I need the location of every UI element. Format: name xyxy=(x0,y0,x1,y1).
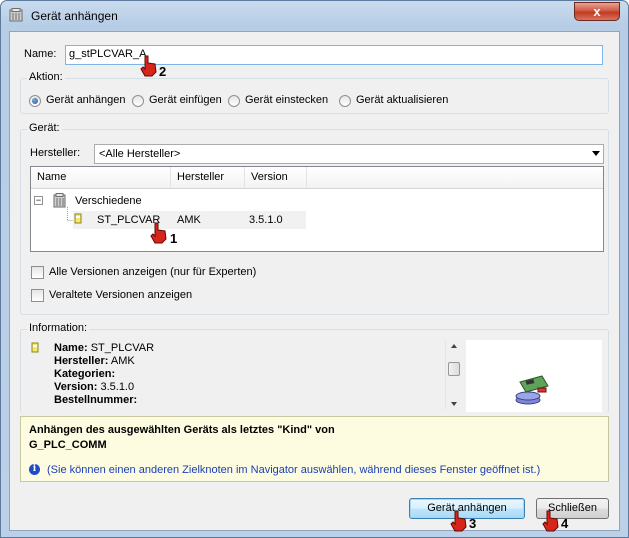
radio-selected-indicator xyxy=(29,95,41,107)
chevron-down-icon xyxy=(592,151,600,156)
collapse-toggle[interactable]: − xyxy=(34,196,43,205)
radio-geraet-anhaengen[interactable]: Gerät anhängen xyxy=(29,94,129,108)
geraet-group-label: Gerät: xyxy=(27,122,62,134)
scroll-thumb[interactable] xyxy=(448,362,460,376)
description-text: Anhängen des ausgewählten Geräts als let… xyxy=(29,424,335,451)
plc-device-icon xyxy=(31,342,39,353)
device-tree[interactable]: Name Hersteller Version − Verschiedene S… xyxy=(30,166,604,252)
step-marker-2: 2 xyxy=(159,64,167,79)
column-header-name[interactable]: Name xyxy=(31,167,171,189)
step-marker-3: 3 xyxy=(469,516,477,531)
radio-geraet-aktualisieren[interactable]: Gerät aktualisieren xyxy=(339,94,459,108)
window-title: Gerät anhängen xyxy=(31,9,118,23)
device-icon xyxy=(9,8,23,22)
scroll-up-icon[interactable] xyxy=(451,344,457,348)
scroll-down-icon[interactable] xyxy=(451,402,457,406)
checkbox-veraltete-versionen[interactable]: Veraltete Versionen anzeigen xyxy=(31,289,231,303)
radio-geraet-einfuegen[interactable]: Gerät einfügen xyxy=(132,94,232,108)
information-scrollbar[interactable] xyxy=(445,340,462,410)
hersteller-label: Hersteller: xyxy=(30,147,81,159)
tree-folder-label: Verschiedene xyxy=(75,195,142,207)
pointer-hand-icon xyxy=(150,222,167,244)
device-vendor: AMK xyxy=(177,214,201,226)
information-panel: Name: ST_PLCVAR Hersteller: AMK Kategori… xyxy=(30,338,604,416)
pointer-hand-icon xyxy=(450,510,467,532)
dialog-client-area: Name: g_stPLCVAR_A Aktion: Gerät anhänge… xyxy=(9,31,620,531)
column-header-hersteller[interactable]: Hersteller xyxy=(171,167,245,189)
info-icon: i xyxy=(29,464,40,475)
radio-geraet-einstecken[interactable]: Gerät einstecken xyxy=(228,94,338,108)
column-header-filler xyxy=(307,167,603,189)
name-label: Name: xyxy=(24,48,57,60)
column-header-version[interactable]: Version xyxy=(245,167,307,189)
device-preview-image xyxy=(466,340,602,412)
plc-device-icon xyxy=(74,213,82,224)
plc-hardware-icon xyxy=(515,375,549,405)
hersteller-dropdown[interactable]: <Alle Hersteller> xyxy=(94,144,604,164)
device-version: 3.5.1.0 xyxy=(249,214,283,226)
hersteller-selected-value: <Alle Hersteller> xyxy=(99,148,181,160)
description-box: Anhängen des ausgewählten Geräts als let… xyxy=(20,416,609,482)
information-group-label: Information: xyxy=(27,322,90,334)
checkbox-alle-versionen[interactable]: Alle Versionen anzeigen (nur für Experte… xyxy=(31,266,281,280)
step-marker-4: 4 xyxy=(561,516,569,531)
information-text: Name: ST_PLCVAR Hersteller: AMK Kategori… xyxy=(54,342,155,406)
description-hint: (Sie können einen anderen Zielknoten im … xyxy=(47,464,541,476)
window-close-button[interactable]: x xyxy=(574,2,620,21)
step-marker-1: 1 xyxy=(170,231,178,246)
pointer-hand-icon xyxy=(140,55,157,77)
aktion-group-label: Aktion: xyxy=(27,71,65,83)
dialog-window: Gerät anhängen x Name: g_stPLCVAR_A Akti… xyxy=(0,0,629,538)
pointer-hand-icon xyxy=(542,510,559,532)
title-bar[interactable]: Gerät anhängen x xyxy=(1,1,628,29)
